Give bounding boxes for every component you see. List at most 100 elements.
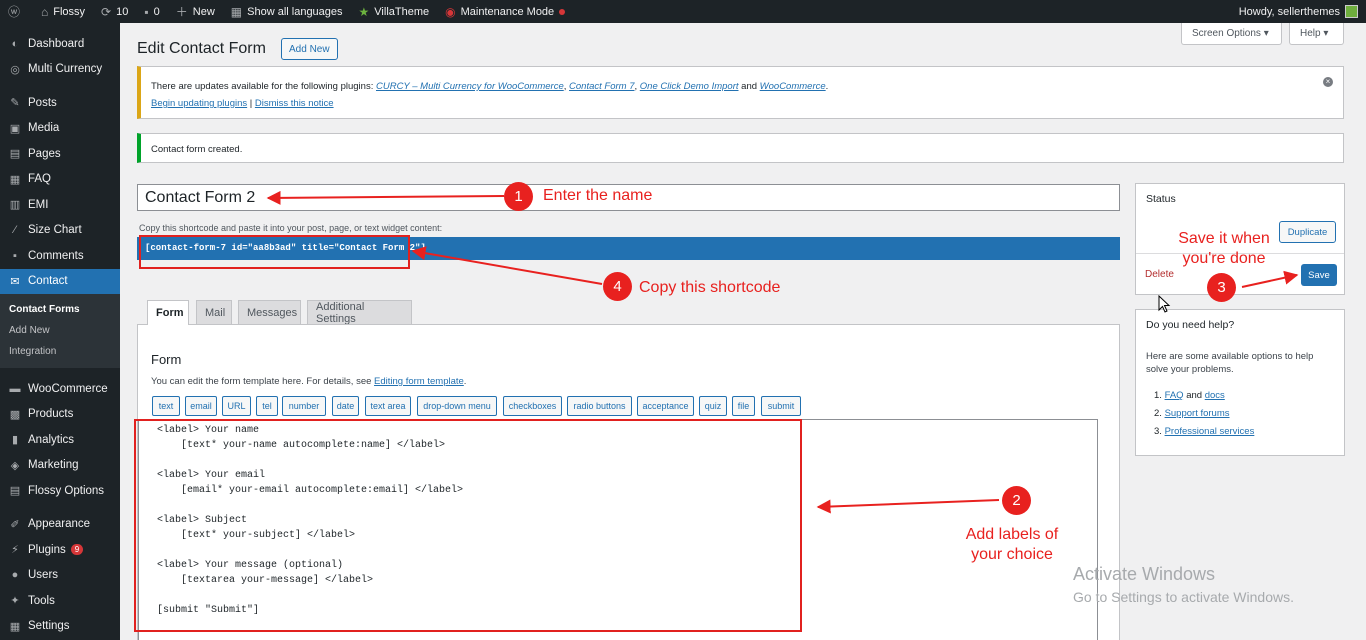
tag-button-date[interactable]: date <box>332 396 359 416</box>
tag-button-file[interactable]: file <box>732 396 755 416</box>
wordpress-logo-button[interactable]: ⓦ <box>0 0 33 23</box>
tag-button-textarea[interactable]: text area <box>365 396 411 416</box>
star-icon: ★ <box>358 4 370 19</box>
calculator-icon: ▥ <box>9 199 21 212</box>
submenu-add-new[interactable]: Add New <box>0 320 120 341</box>
sidebar-item-tools[interactable]: ✦ Tools <box>0 588 120 614</box>
close-icon[interactable]: × <box>1323 77 1333 87</box>
archive-icon: ▩ <box>9 408 21 421</box>
code-line: [text* your-name autocomplete:name] </la… <box>157 440 446 451</box>
sidebar-item-media[interactable]: ▣ Media <box>0 116 120 142</box>
tag-button-text[interactable]: text <box>152 396 180 416</box>
ocdi-plugin-link[interactable]: One Click Demo Import <box>640 81 739 92</box>
sidebar-item-multi-currency[interactable]: ◎ Multi Currency <box>0 57 120 83</box>
step-3-marker: 3 <box>1207 273 1236 302</box>
settings-icon: ▦ <box>9 620 21 633</box>
new-content-link[interactable]: ＋ New <box>168 0 223 23</box>
languages-link[interactable]: ▦ Show all languages <box>223 0 351 23</box>
help-button[interactable]: Help ▾ <box>1289 23 1344 45</box>
woo-icon: ▬ <box>9 382 21 395</box>
sidebar-item-flossy-options[interactable]: ▤ Flossy Options <box>0 478 120 504</box>
sidebar-item-size-chart[interactable]: ⁄ Size Chart <box>0 218 120 244</box>
sidebar-item-contact[interactable]: ✉ Contact <box>0 268 120 294</box>
villatheme-link[interactable]: ★ VillaTheme <box>351 0 438 23</box>
maintenance-mode-link[interactable]: ◉ Maintenance Mode <box>437 0 573 23</box>
help-item-faq: 1. FAQ and docs <box>1154 390 1225 401</box>
code-line: <label> Subject <box>157 515 248 526</box>
sidebar-item-settings[interactable]: ▦ Settings <box>0 614 120 640</box>
sidebar-item-appearance[interactable]: ✐ Appearance <box>0 512 120 538</box>
home-icon: ⌂ <box>41 4 49 19</box>
tag-button-number[interactable]: number <box>282 396 326 416</box>
sidebar-item-comments[interactable]: ▪ Comments <box>0 243 120 269</box>
sidebar-item-dashboard[interactable]: ◐ Dashboard <box>0 31 120 57</box>
tag-button-email[interactable]: email <box>185 396 217 416</box>
tag-button-quiz[interactable]: quiz <box>699 396 727 416</box>
curcy-plugin-link[interactable]: CURCY – Multi Currency for WooCommerce <box>376 81 564 92</box>
sidebar-item-woocommerce[interactable]: ▬ WooCommerce <box>0 376 120 402</box>
step-2-marker: 2 <box>1002 486 1031 515</box>
mouse-cursor-icon <box>1158 295 1171 313</box>
screen-options-button[interactable]: Screen Options ▾ <box>1181 23 1282 45</box>
faq-link[interactable]: FAQ <box>1165 390 1184 401</box>
page-title: Edit Contact Form <box>137 40 266 57</box>
submenu-integration[interactable]: Integration <box>0 341 120 362</box>
sidebar-item-pages[interactable]: ▤ Pages <box>0 141 120 167</box>
tag-button-dropdown[interactable]: drop-down menu <box>417 396 497 416</box>
sidebar-item-emi[interactable]: ▥ EMI <box>0 192 120 218</box>
tag-button-submit[interactable]: submit <box>761 396 801 416</box>
tab-additional-settings[interactable]: Additional Settings <box>307 300 412 325</box>
sidebar-item-posts[interactable]: ✎ Posts <box>0 90 120 116</box>
code-line: <label> Your email <box>157 470 266 481</box>
megaphone-icon: ◈ <box>10 459 20 472</box>
status-dot-icon <box>559 8 566 15</box>
dismiss-notice-link[interactable]: Dismiss this notice <box>255 98 334 109</box>
code-line: [text* your-subject] </label> <box>157 530 356 541</box>
help-links: 1. FAQ and docs 2. Support forums 3. Pro… <box>1154 390 1254 444</box>
support-forums-link[interactable]: Support forums <box>1165 408 1230 419</box>
admin-sidebar: ◐ Dashboard ◎ Multi Currency ✎ Posts ▣ Media… <box>0 23 120 640</box>
duplicate-button[interactable]: Duplicate <box>1279 221 1336 243</box>
status-title: Status <box>1146 193 1176 205</box>
refresh-icon: ⟳ <box>101 4 112 19</box>
faq-icon: ▦ <box>9 173 21 186</box>
editing-form-template-link[interactable]: Editing form template <box>374 376 464 387</box>
chart-icon: ▮ <box>11 434 19 447</box>
tag-button-acceptance[interactable]: acceptance <box>637 396 694 416</box>
tab-mail[interactable]: Mail <box>196 300 232 324</box>
comments-link[interactable]: ▪ 0 <box>136 0 167 23</box>
submenu-contact-forms[interactable]: Contact Forms <box>0 299 120 320</box>
help-item-professional: 3. Professional services <box>1154 426 1255 437</box>
site-name-link[interactable]: ⌂ Flossy <box>33 0 93 23</box>
woocommerce-plugin-link[interactable]: WooCommerce <box>760 81 826 92</box>
sidebar-item-marketing[interactable]: ◈ Marketing <box>0 453 120 479</box>
activate-windows-watermark: Activate Windows <box>1073 564 1216 584</box>
tab-messages[interactable]: Messages <box>238 300 301 324</box>
professional-services-link[interactable]: Professional services <box>1165 426 1255 437</box>
sidebar-item-users[interactable]: ● Users <box>0 563 120 589</box>
sidebar-item-plugins[interactable]: ⚡ Plugins 9 <box>0 537 120 563</box>
user-account-link[interactable]: Howdy, sellerthemes <box>1231 0 1366 23</box>
tag-button-checkboxes[interactable]: checkboxes <box>503 396 562 416</box>
tag-button-tel[interactable]: tel <box>256 396 278 416</box>
step-4-label: Copy this shortcode <box>639 279 781 296</box>
cf7-plugin-link[interactable]: Contact Form 7 <box>569 81 634 92</box>
tab-form[interactable]: Form <box>147 300 189 325</box>
sidebar-item-faq[interactable]: ▦ FAQ <box>0 167 120 193</box>
delete-link[interactable]: Delete <box>1145 269 1174 280</box>
media-icon: ▣ <box>9 122 21 135</box>
sidebar-item-products[interactable]: ▩ Products <box>0 402 120 428</box>
step-2-label: Add labels of your choice <box>965 526 1059 563</box>
shortcode-hint: Copy this shortcode and paste it into yo… <box>139 223 443 233</box>
tag-button-url[interactable]: URL <box>222 396 251 416</box>
add-new-button[interactable]: Add New <box>281 38 338 60</box>
form-heading: Form <box>151 352 182 367</box>
docs-link[interactable]: docs <box>1205 390 1225 401</box>
tag-button-radio[interactable]: radio buttons <box>567 396 632 416</box>
flag-icon: ▦ <box>230 4 243 19</box>
shortcode-field[interactable]: [contact-form-7 id="aa8b3ad" title="Cont… <box>137 237 1120 260</box>
updates-link[interactable]: ⟳ 10 <box>93 0 136 23</box>
save-button[interactable]: Save <box>1301 264 1337 286</box>
sidebar-item-analytics[interactable]: ▮ Analytics <box>0 427 120 453</box>
begin-updating-link[interactable]: Begin updating plugins <box>151 98 247 109</box>
